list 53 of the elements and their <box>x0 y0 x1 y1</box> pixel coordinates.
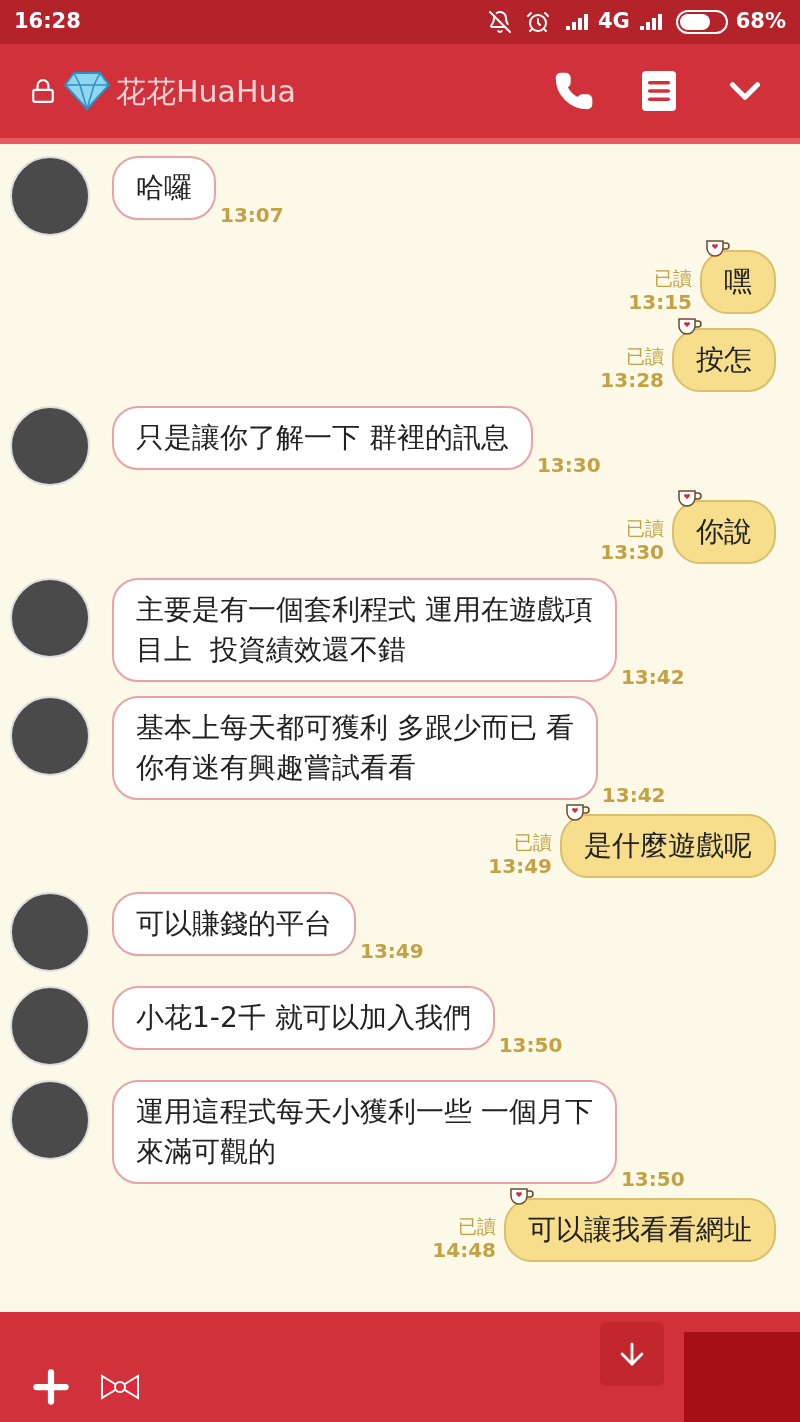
message-line: 哈囉 <box>136 170 192 206</box>
message-line: 可以賺錢的平台 <box>136 906 332 942</box>
message-time: 13:42 <box>601 782 666 809</box>
muted-bell-icon <box>487 10 512 34</box>
signal-icon <box>637 12 664 32</box>
teacup-icon <box>676 316 702 336</box>
message-bubble: 可以讓我看看網址 <box>504 1198 776 1262</box>
message-time: 13:42 <box>620 664 685 691</box>
teacup-icon <box>564 802 590 822</box>
clock-time: 16:28 <box>14 8 81 36</box>
message-time: 13:07 <box>220 202 284 229</box>
message-time: 13:28 <box>600 368 664 392</box>
teacup-icon <box>676 488 702 508</box>
message-time: 13:50 <box>620 1166 685 1193</box>
scroll-down-button[interactable] <box>600 1322 664 1386</box>
message-time: 13:15 <box>628 290 692 314</box>
message-line: 小花1-2千 就可以加入我們 <box>136 1000 471 1036</box>
message-line: 來滿可觀的 <box>136 1134 277 1170</box>
battery-icon <box>675 10 728 34</box>
read-receipt: 已讀 <box>626 516 664 540</box>
message-line: 基本上每天都可獲利 多跟少而已 看 <box>136 710 574 746</box>
network-type: 4G <box>597 8 630 36</box>
message-time: 13:49 <box>360 938 424 965</box>
message-line: 只是讓你了解一下 群裡的訊息 <box>136 420 509 456</box>
battery-percent: 68% <box>735 8 786 36</box>
chat-title: 花花HuaHua <box>116 72 296 111</box>
message-bubble: 是什麼遊戲呢 <box>560 814 776 878</box>
message-line: 你有迷有興趣嘗試看看 <box>136 750 417 786</box>
menu-button[interactable] <box>642 71 676 111</box>
message-time: 13:49 <box>488 854 552 878</box>
teacup-icon <box>704 238 730 258</box>
message-time: 14:48 <box>432 1238 496 1262</box>
message-bubble: 嘿 <box>700 250 776 314</box>
phone-icon <box>554 71 594 111</box>
message-line: 運用這程式每天小獲利一些 一個月下 <box>136 1094 593 1130</box>
read-receipt: 已讀 <box>626 344 664 368</box>
message-bubble: 按怎 <box>672 328 776 392</box>
read-receipt: 已讀 <box>514 830 552 854</box>
message-line: 主要是有一個套利程式 運用在遊戲項 <box>136 592 593 628</box>
diamond-icon <box>64 71 110 111</box>
message-time: 13:30 <box>600 540 664 564</box>
message-line: 目上 投資績效還不錯 <box>136 632 407 668</box>
read-receipt: 已讀 <box>458 1214 496 1238</box>
message-bubble: 你說 <box>672 500 776 564</box>
bow-icon <box>98 1372 142 1402</box>
alarm-icon <box>525 10 550 34</box>
message-time: 13:50 <box>498 1032 563 1059</box>
lock-icon <box>30 78 56 104</box>
call-button[interactable] <box>554 71 594 111</box>
teacup-icon <box>508 1186 534 1206</box>
read-receipt: 已讀 <box>654 266 692 290</box>
message-time: 13:30 <box>536 452 601 479</box>
signal-icon <box>563 12 590 32</box>
